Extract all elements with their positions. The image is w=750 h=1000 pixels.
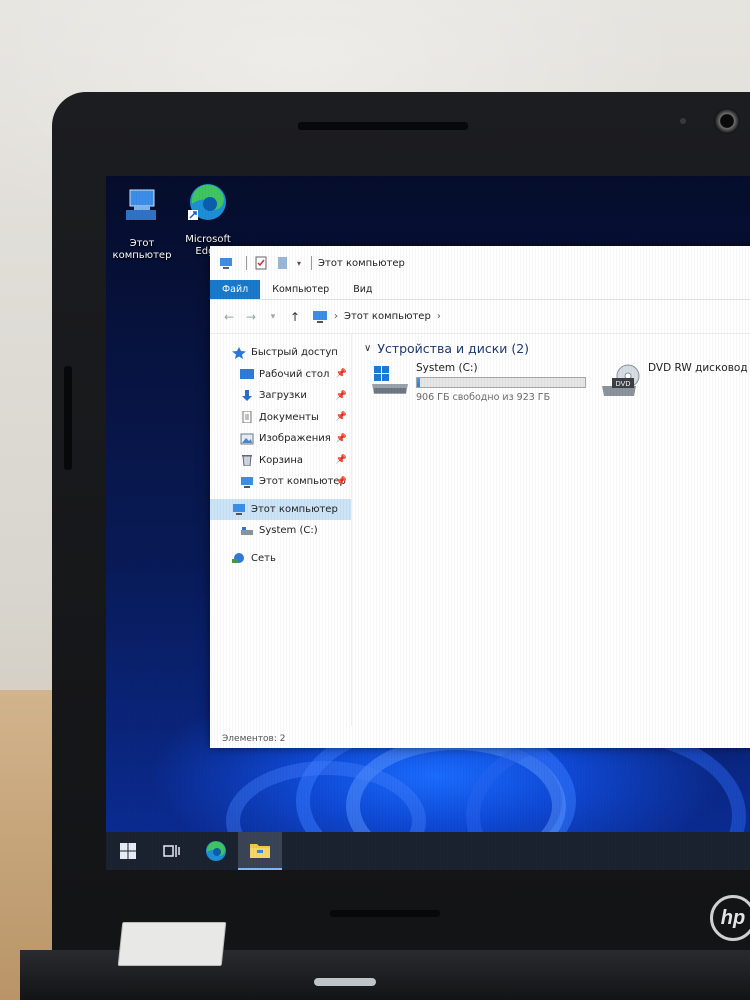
dvd-drive-icon: DVD — [602, 364, 640, 396]
window-title: Этот компьютер — [318, 257, 405, 269]
group-header[interactable]: ∨ Устройства и диски (2) — [364, 334, 750, 362]
taskbar-file-explorer-button[interactable] — [238, 832, 282, 870]
sidebar-item-label: Документы — [259, 411, 319, 423]
address-bar-row: ← → ▾ ↑ › Этот компьютер › — [210, 300, 750, 334]
sidebar-item-label: Корзина — [259, 454, 304, 466]
desktop-icon-label: Этот — [129, 238, 155, 249]
sidebar-item-label: Этот компьютер — [251, 503, 338, 515]
recent-locations-chevron-icon[interactable]: ▾ — [262, 312, 284, 322]
new-folder-icon[interactable] — [275, 255, 291, 271]
task-view-button[interactable] — [150, 832, 194, 870]
file-explorer-window[interactable]: ▾ Этот компьютер Файл Компьютер Вид ← → … — [210, 246, 750, 748]
ribbon-tabs: Файл Компьютер Вид — [210, 280, 750, 300]
drive-usage-fill — [417, 378, 421, 387]
hard-drive-icon — [241, 526, 253, 535]
pin-icon[interactable]: 📌 — [336, 477, 347, 487]
windows-drive-icon — [372, 366, 408, 394]
bezel-vent-side — [64, 366, 72, 470]
drive-usage-bar — [416, 377, 586, 388]
bezel-vent-bottom — [330, 910, 440, 917]
this-pc-icon — [220, 258, 232, 269]
taskbar — [106, 832, 750, 870]
desktop-folder-icon — [240, 369, 254, 380]
drive-dvd-tile[interactable]: DVD DVD RW дисковод (E — [600, 362, 750, 398]
this-pc-icon — [241, 476, 253, 488]
star-icon — [232, 346, 246, 359]
content-pane[interactable]: ∨ Устройства и диски (2) System (C:) 906… — [358, 334, 750, 726]
pin-icon[interactable]: 📌 — [336, 412, 347, 422]
sidebar-item-label: Быстрый доступ — [251, 347, 338, 359]
tab-file[interactable]: Файл — [210, 280, 261, 299]
usb-flash-drive — [117, 922, 227, 966]
navigation-pane[interactable]: Быстрый доступ Рабочий стол 📌 Загрузки 📌 — [210, 334, 352, 726]
tab-computer[interactable]: Компьютер — [260, 280, 341, 299]
collapse-chevron-icon[interactable]: ∨ — [364, 343, 371, 354]
breadcrumb[interactable]: Этот компьютер — [344, 311, 431, 322]
sidebar-item-documents[interactable]: Документы 📌 — [210, 407, 351, 429]
pin-icon[interactable]: 📌 — [336, 455, 347, 465]
taskbar-edge-button[interactable] — [194, 832, 238, 870]
sidebar-item-desktop[interactable]: Рабочий стол 📌 — [210, 364, 351, 386]
pin-icon[interactable]: 📌 — [336, 434, 347, 444]
address-box[interactable]: › Этот компьютер › — [306, 307, 750, 327]
sidebar-item-label: Изображения — [259, 433, 331, 445]
windows-start-icon — [120, 843, 136, 859]
drive-c-tile[interactable]: System (C:) 906 ГБ свободно из 923 ГБ — [370, 362, 586, 403]
sidebar-item-this-pc[interactable]: Этот компьютер — [210, 498, 351, 520]
sidebar-item-label: Рабочий стол — [259, 368, 330, 380]
sidebar-item-label: Сеть — [251, 552, 276, 564]
sidebar-item-downloads[interactable]: Загрузки 📌 — [210, 385, 351, 407]
sidebar-item-system-drive[interactable]: System (C:) — [210, 520, 351, 542]
back-arrow-icon[interactable]: ← — [218, 310, 240, 324]
status-bar-text: Элементов: 2 — [222, 734, 286, 744]
photo-scene: hp Этот компьютер Microsoft Edge ▾ Этот … — [0, 0, 750, 1000]
edge-icon — [188, 184, 226, 220]
breadcrumb-separator: › — [334, 311, 338, 322]
tab-view[interactable]: Вид — [341, 280, 384, 299]
hp-logo: hp — [710, 895, 750, 941]
this-pc-icon — [233, 504, 245, 516]
sidebar-item-network[interactable]: Сеть — [210, 548, 351, 570]
laptop-screen: Этот компьютер Microsoft Edge ▾ Этот ком… — [106, 176, 750, 870]
sidebar-item-label: System (C:) — [259, 525, 318, 537]
up-arrow-icon[interactable]: ↑ — [284, 310, 306, 324]
sidebar-item-quick-access[interactable]: Быстрый доступ — [210, 342, 351, 364]
pin-icon[interactable]: 📌 — [336, 391, 347, 401]
explorer-body: Быстрый доступ Рабочий стол 📌 Загрузки 📌 — [210, 334, 750, 726]
network-icon — [232, 553, 244, 564]
forward-arrow-icon[interactable]: → — [240, 310, 262, 324]
this-pc-icon — [313, 310, 327, 323]
sidebar-item-recycle-bin[interactable]: Корзина 📌 — [210, 450, 351, 472]
pin-icon[interactable]: 📌 — [336, 369, 347, 379]
customize-toolbar-chevron-icon[interactable]: ▾ — [297, 259, 301, 268]
drive-name: System (C:) — [416, 362, 478, 374]
group-header-label: Устройства и диски (2) — [377, 340, 530, 356]
power-indicator — [314, 978, 376, 986]
download-arrow-icon — [242, 389, 252, 401]
webcam-icon — [714, 108, 740, 134]
start-button[interactable] — [106, 832, 150, 870]
desktop-icon-this-pc[interactable]: Этот компьютер — [106, 184, 180, 262]
sidebar-item-pictures[interactable]: Изображения 📌 — [210, 428, 351, 450]
breadcrumb-chevron[interactable]: › — [437, 311, 441, 322]
pictures-icon — [240, 433, 254, 445]
file-explorer-icon — [250, 844, 270, 858]
drive-free-space: 906 ГБ свободно из 923 ГБ — [416, 392, 551, 403]
sidebar-item-label: Этот компьютер — [259, 476, 346, 488]
edge-icon — [206, 841, 226, 861]
recycle-bin-icon — [242, 455, 252, 467]
webcam-led — [680, 118, 686, 124]
sidebar-item-label: Загрузки — [259, 390, 307, 402]
properties-icon[interactable] — [253, 255, 269, 271]
dvd-badge: DVD — [616, 381, 631, 388]
desktop-icon-label: компьютер — [112, 250, 172, 261]
desktop-icon-label: Microsoft — [185, 234, 231, 245]
task-view-icon — [163, 845, 180, 857]
this-pc-icon — [126, 189, 156, 220]
documents-icon — [242, 411, 252, 424]
sidebar-item-this-pc-pinned[interactable]: Этот компьютер 📌 — [210, 471, 351, 493]
bezel-vent-top — [298, 122, 468, 130]
title-bar[interactable]: ▾ Этот компьютер — [210, 246, 750, 280]
drive-name: DVD RW дисковод (E — [648, 362, 750, 374]
